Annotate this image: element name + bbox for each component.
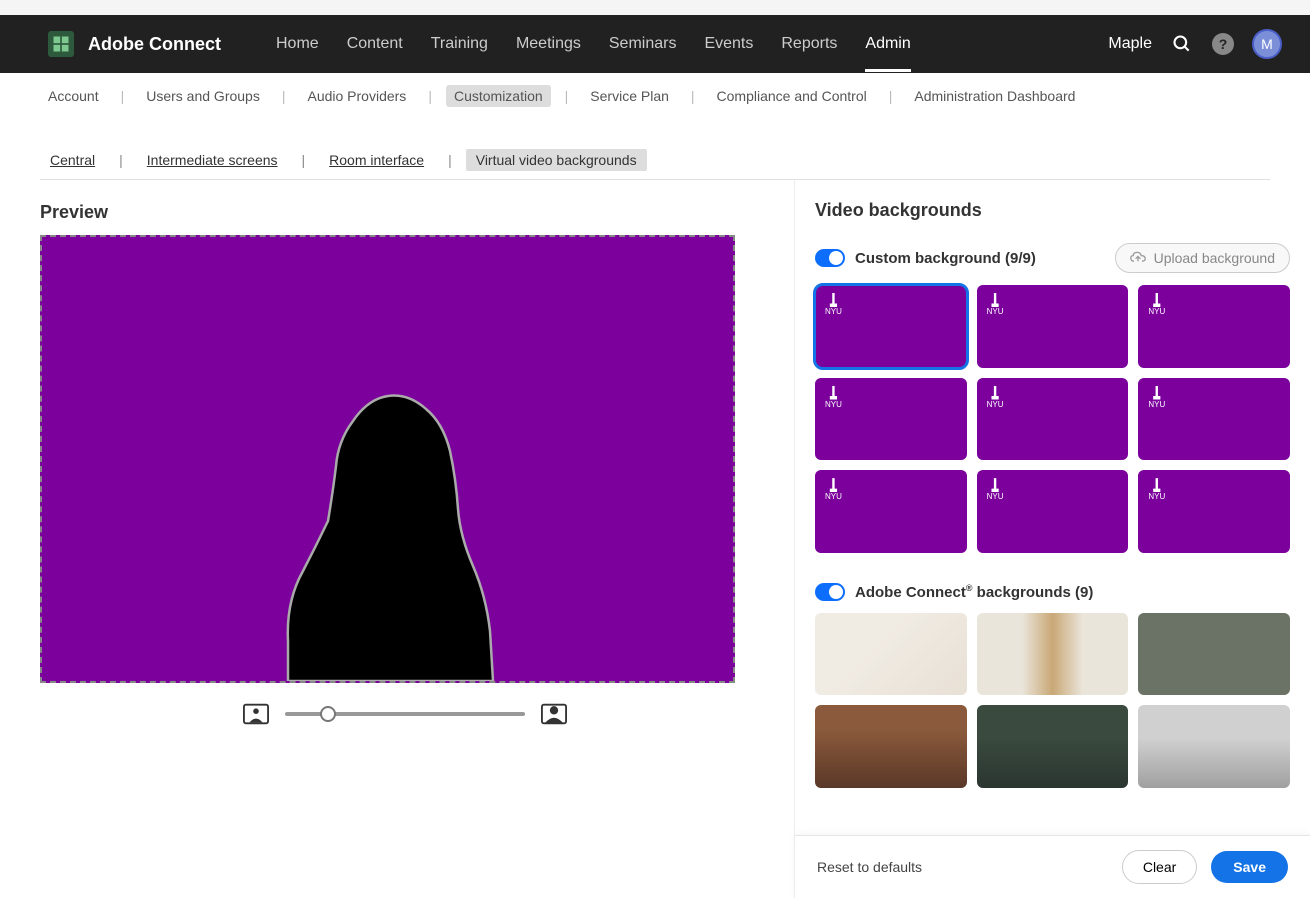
nav-training[interactable]: Training: [431, 17, 488, 71]
zoom-in-icon: [541, 703, 567, 725]
reset-defaults-link[interactable]: Reset to defaults: [817, 859, 1108, 875]
username-label[interactable]: Maple: [1108, 35, 1152, 53]
adobe-background-tile[interactable]: [815, 705, 967, 788]
custom-backgrounds-label: Custom background (9/9): [855, 250, 1105, 267]
custom-background-tile[interactable]: NYU: [1138, 285, 1290, 368]
panel-footer: Reset to defaults Clear Save: [795, 835, 1310, 898]
nav-home[interactable]: Home: [276, 17, 319, 71]
user-avatar[interactable]: M: [1252, 29, 1282, 59]
subnav-administration-dashboard[interactable]: Administration Dashboard: [906, 85, 1083, 107]
custom-backgrounds-toggle[interactable]: [815, 249, 845, 267]
nyu-logo-icon: NYU: [987, 293, 1004, 316]
custom-background-tile[interactable]: NYU: [815, 470, 967, 553]
zoom-slider-row: [40, 703, 770, 725]
custom-background-tile[interactable]: NYU: [977, 470, 1129, 553]
cloud-upload-icon: [1130, 251, 1146, 265]
help-icon[interactable]: ?: [1212, 33, 1234, 55]
search-icon[interactable]: [1170, 32, 1194, 56]
nav-separator: |: [121, 88, 125, 104]
nyu-logo-icon: NYU: [1148, 293, 1165, 316]
nyu-logo-icon: NYU: [825, 293, 842, 316]
custom-background-tile[interactable]: NYU: [977, 285, 1129, 368]
preview-canvas: [40, 235, 735, 683]
clear-button[interactable]: Clear: [1122, 850, 1197, 884]
nav-separator: |: [565, 88, 569, 104]
tab-separator: |: [448, 152, 452, 168]
subnav-audio-providers[interactable]: Audio Providers: [299, 85, 414, 107]
backgrounds-panel: Video backgrounds Custom background (9/9…: [795, 180, 1310, 898]
nav-admin[interactable]: Admin: [865, 17, 910, 71]
adobe-backgrounds-grid: [815, 613, 1290, 788]
subnav-account[interactable]: Account: [40, 85, 107, 107]
upload-background-button[interactable]: Upload background: [1115, 243, 1290, 273]
nav-meetings[interactable]: Meetings: [516, 17, 581, 71]
silhouette-placeholder: [208, 321, 568, 681]
custom-background-tile[interactable]: NYU: [977, 378, 1129, 461]
main-content: Preview Video backgrounds Custom backgr: [0, 180, 1310, 898]
nyu-logo-icon: NYU: [825, 478, 842, 501]
save-button[interactable]: Save: [1211, 851, 1288, 883]
tab-separator: |: [119, 152, 123, 168]
nav-content[interactable]: Content: [347, 17, 403, 71]
subnav-service-plan[interactable]: Service Plan: [582, 85, 677, 107]
subnav-users-and-groups[interactable]: Users and Groups: [138, 85, 268, 107]
adobe-background-tile[interactable]: [815, 613, 967, 696]
nav-separator: |: [428, 88, 432, 104]
app-logo-icon: [48, 31, 74, 57]
adobe-backgrounds-toggle[interactable]: [815, 583, 845, 601]
subnav-customization[interactable]: Customization: [446, 85, 551, 107]
nav-separator: |: [889, 88, 893, 104]
nav-seminars[interactable]: Seminars: [609, 17, 677, 71]
nyu-logo-icon: NYU: [825, 386, 842, 409]
nav-separator: |: [691, 88, 695, 104]
customization-tabs: Central | Intermediate screens | Room interf…: [40, 149, 1270, 171]
adobe-background-tile[interactable]: [1138, 705, 1290, 788]
customization-tabs-area: Central | Intermediate screens | Room interf…: [0, 119, 1310, 180]
nyu-logo-icon: NYU: [987, 478, 1004, 501]
tab-intermediate-screens[interactable]: Intermediate screens: [137, 149, 288, 171]
zoom-slider[interactable]: [285, 712, 525, 716]
upload-label: Upload background: [1154, 250, 1275, 266]
zoom-out-icon: [243, 703, 269, 725]
preview-column: Preview: [0, 180, 795, 898]
backgrounds-title: Video backgrounds: [815, 200, 1290, 221]
logo-area: Adobe Connect: [48, 31, 221, 57]
admin-sub-nav: Account | Users and Groups | Audio Providers…: [0, 73, 1310, 119]
app-name: Adobe Connect: [88, 34, 221, 55]
custom-background-tile[interactable]: NYU: [1138, 378, 1290, 461]
zoom-slider-thumb[interactable]: [320, 706, 336, 722]
nav-events[interactable]: Events: [704, 17, 753, 71]
nav-separator: |: [282, 88, 286, 104]
nyu-logo-icon: NYU: [1148, 478, 1165, 501]
adobe-section-header: Adobe Connect® backgrounds (9): [815, 583, 1290, 601]
custom-backgrounds-grid: NYU NYU NYU NYU NYU NYU NYU NYU NYU: [815, 285, 1290, 553]
custom-background-tile[interactable]: NYU: [815, 285, 967, 368]
main-nav: Home Content Training Meetings Seminars Event…: [276, 17, 1108, 71]
adobe-background-tile[interactable]: [1138, 613, 1290, 696]
tab-central[interactable]: Central: [40, 149, 105, 171]
custom-background-tile[interactable]: NYU: [1138, 470, 1290, 553]
tab-room-interface[interactable]: Room interface: [319, 149, 434, 171]
nyu-logo-icon: NYU: [987, 386, 1004, 409]
adobe-backgrounds-label: Adobe Connect® backgrounds (9): [855, 583, 1290, 601]
nav-reports[interactable]: Reports: [781, 17, 837, 71]
top-right-controls: Maple ? M: [1108, 29, 1282, 59]
subnav-compliance-and-control[interactable]: Compliance and Control: [709, 85, 875, 107]
custom-background-tile[interactable]: NYU: [815, 378, 967, 461]
adobe-background-tile[interactable]: [977, 705, 1129, 788]
top-navigation: Adobe Connect Home Content Training Meeting…: [0, 15, 1310, 73]
tab-virtual-video-backgrounds[interactable]: Virtual video backgrounds: [466, 149, 647, 171]
preview-title: Preview: [40, 202, 770, 223]
tab-separator: |: [302, 152, 306, 168]
adobe-background-tile[interactable]: [977, 613, 1129, 696]
nyu-logo-icon: NYU: [1148, 386, 1165, 409]
custom-section-header: Custom background (9/9) Upload backgroun…: [815, 243, 1290, 273]
